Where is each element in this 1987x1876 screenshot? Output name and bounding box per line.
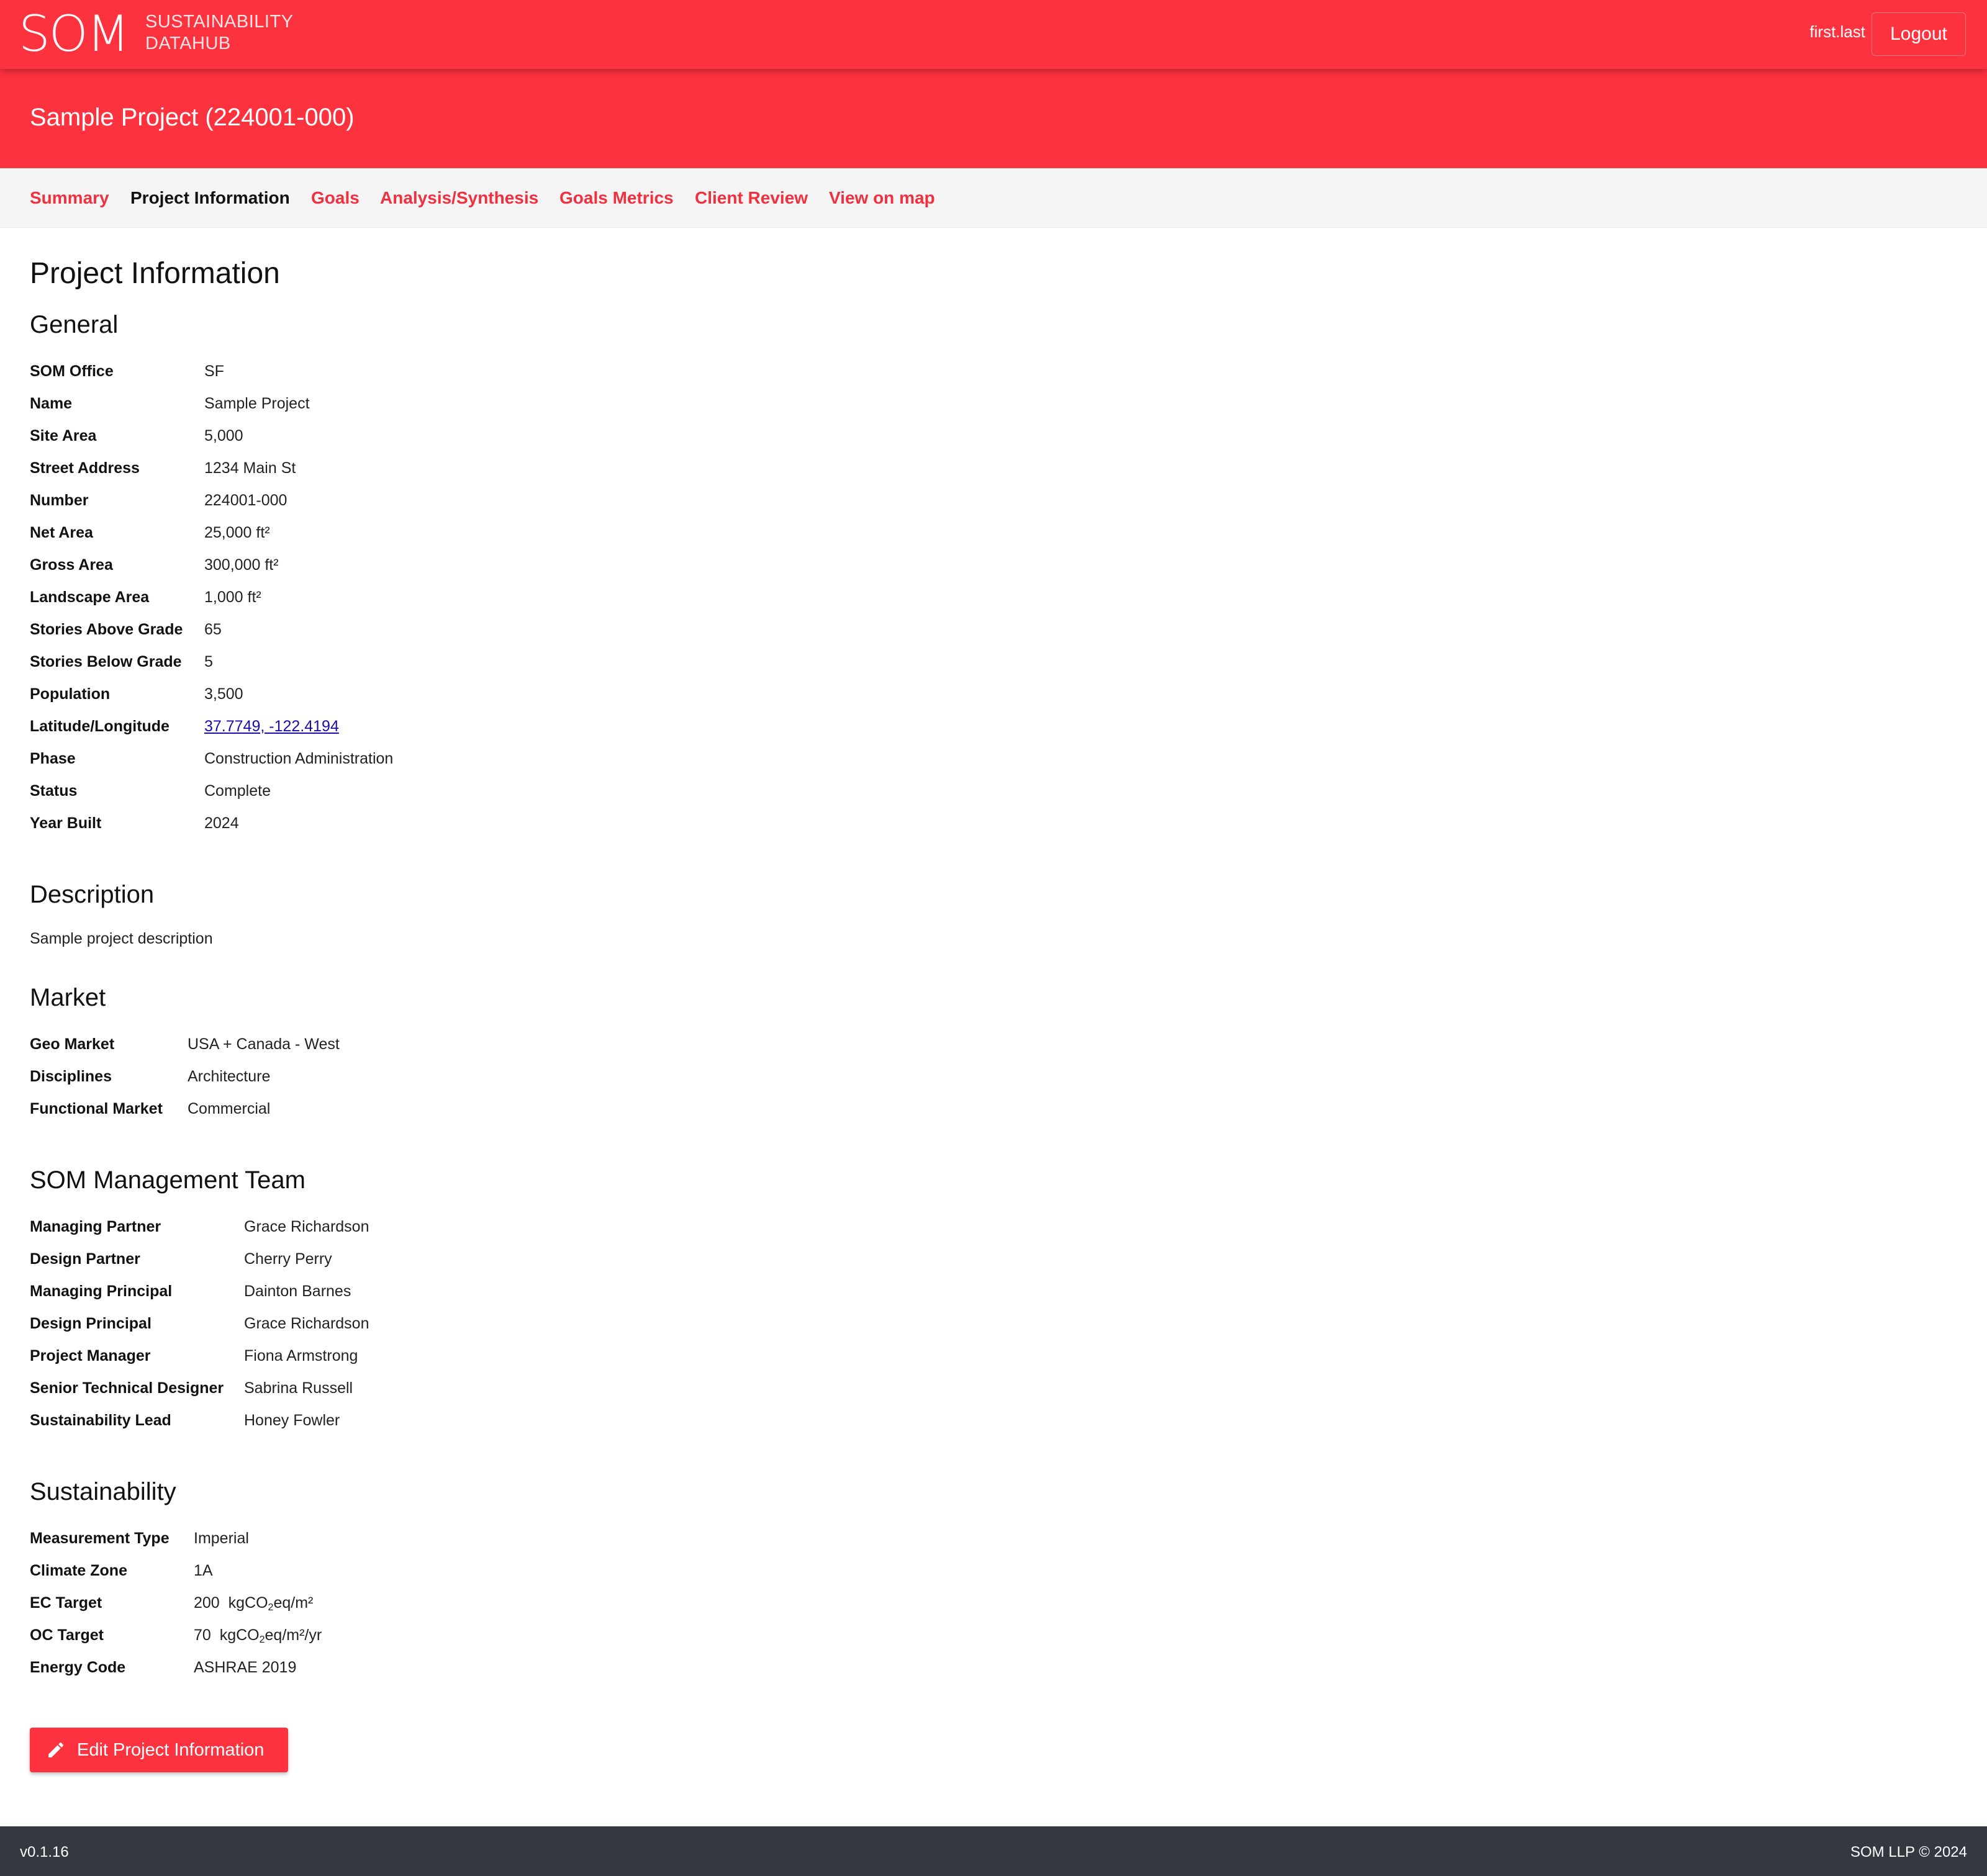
field-value: SF: [204, 363, 224, 380]
oc-target-value: 70: [194, 1626, 211, 1644]
ec-unit-post: eq/m²: [273, 1594, 314, 1612]
tab-bar: Summary Project Information Goals Analys…: [0, 168, 1987, 228]
team-heading: SOM Management Team: [30, 1166, 306, 1194]
field-value: 224001-000: [204, 492, 287, 509]
field-value: Architecture: [188, 1068, 271, 1085]
sustainability-heading: Sustainability: [30, 1478, 176, 1505]
field-value: Complete: [204, 782, 271, 800]
field-value: 1A: [194, 1562, 213, 1579]
field-value: 1234 Main St: [204, 459, 296, 477]
field-label: Functional Market: [30, 1100, 163, 1117]
tab-summary[interactable]: Summary: [30, 188, 109, 208]
field-label: Phase: [30, 750, 76, 767]
app-name[interactable]: SUSTAINABILITY DATAHUB: [145, 11, 294, 55]
field-label: Stories Above Grade: [30, 621, 183, 638]
ec-target-value: 200: [194, 1594, 220, 1612]
field-label: Managing Principal: [30, 1283, 173, 1300]
version-text: v0.1.16: [20, 1844, 69, 1860]
field-value: Dainton Barnes: [244, 1283, 351, 1300]
field-label: Site Area: [30, 427, 97, 444]
field-value: Cherry Perry: [244, 1250, 332, 1268]
page-title: Project Information: [30, 257, 280, 290]
field-label: Climate Zone: [30, 1562, 127, 1579]
field-label: SOM Office: [30, 363, 114, 380]
field-value: 5,000: [204, 427, 243, 444]
lat-long-link[interactable]: 37.7749, -122.4194: [204, 718, 339, 735]
tab-analysis-synthesis[interactable]: Analysis/Synthesis: [380, 188, 538, 208]
field-label: Measurement Type: [30, 1530, 170, 1547]
tab-project-information[interactable]: Project Information: [130, 188, 290, 208]
tab-goals-metrics[interactable]: Goals Metrics: [559, 188, 674, 208]
field-value: USA + Canada - West: [188, 1035, 340, 1053]
som-logo[interactable]: SOM: [19, 6, 130, 62]
field-label: Name: [30, 395, 73, 412]
field-label: Design Principal: [30, 1315, 152, 1332]
field-value: Honey Fowler: [244, 1412, 340, 1429]
field-value: 5: [204, 653, 213, 670]
field-label: Energy Code: [30, 1659, 126, 1676]
tab-view-on-map[interactable]: View on map: [829, 188, 935, 208]
field-value: 2024: [204, 814, 239, 832]
ec-unit-pre: kgCO: [228, 1594, 268, 1612]
field-label: Geo Market: [30, 1035, 115, 1053]
field-label: Street Address: [30, 459, 140, 477]
field-value: Sample Project: [204, 395, 310, 412]
edit-project-information-button[interactable]: Edit Project Information: [30, 1728, 288, 1772]
tab-client-review[interactable]: Client Review: [695, 188, 808, 208]
field-label: Stories Below Grade: [30, 653, 182, 670]
project-title: Sample Project (224001-000): [30, 104, 355, 131]
username: first.last: [1809, 22, 1865, 41]
oc-unit-sub: 2: [259, 1635, 265, 1645]
field-value: 1,000 ft²: [204, 589, 261, 606]
market-heading: Market: [30, 984, 106, 1011]
field-label: EC Target: [30, 1594, 102, 1612]
field-label: Number: [30, 492, 89, 509]
field-value: 300,000 ft²: [204, 556, 279, 574]
field-value: 200 kgCO2eq/m²: [194, 1594, 313, 1613]
description-text: Sample project description: [30, 930, 213, 947]
field-label: OC Target: [30, 1626, 104, 1644]
copyright-text: SOM LLP © 2024: [1850, 1844, 1967, 1860]
app-name-line1: SUSTAINABILITY: [145, 12, 294, 32]
field-value: Fiona Armstrong: [244, 1347, 358, 1364]
field-value: 25,000 ft²: [204, 524, 270, 541]
field-label: Project Manager: [30, 1347, 151, 1364]
field-label: Disciplines: [30, 1068, 112, 1085]
field-value: 3,500: [204, 685, 243, 703]
tab-goals[interactable]: Goals: [311, 188, 360, 208]
field-label: Senior Technical Designer: [30, 1379, 224, 1397]
top-bar: SOM SUSTAINABILITY DATAHUB first.last Lo…: [0, 0, 1987, 69]
field-value: 37.7749, -122.4194: [204, 718, 339, 736]
field-value: Grace Richardson: [244, 1315, 369, 1332]
field-value: Construction Administration: [204, 750, 394, 767]
field-value: Grace Richardson: [244, 1218, 369, 1235]
field-value: Imperial: [194, 1530, 249, 1547]
field-value: ASHRAE 2019: [194, 1659, 297, 1676]
field-value: Commercial: [188, 1100, 271, 1117]
edit-button-label: Edit Project Information: [77, 1739, 265, 1760]
field-label: Sustainability Lead: [30, 1412, 171, 1429]
field-label: Gross Area: [30, 556, 113, 574]
field-label: Latitude/Longitude: [30, 718, 170, 735]
oc-unit-post: eq/m²/yr: [265, 1626, 322, 1644]
oc-unit-pre: kgCO: [219, 1626, 260, 1644]
general-heading: General: [30, 311, 119, 338]
field-value: Sabrina Russell: [244, 1379, 353, 1397]
field-label: Population: [30, 685, 111, 703]
field-label: Managing Partner: [30, 1218, 161, 1235]
footer: v0.1.16 SOM LLP © 2024: [0, 1826, 1987, 1876]
field-value: 65: [204, 621, 222, 638]
project-header: Sample Project (224001-000): [0, 69, 1987, 168]
field-label: Landscape Area: [30, 589, 150, 606]
app-name-line2: DATAHUB: [145, 34, 231, 53]
field-value: 70 kgCO2eq/m²/yr: [194, 1626, 322, 1646]
field-label: Design Partner: [30, 1250, 140, 1268]
description-heading: Description: [30, 881, 155, 908]
field-label: Year Built: [30, 814, 102, 832]
field-label: Net Area: [30, 524, 93, 541]
logout-button[interactable]: Logout: [1872, 12, 1966, 56]
field-label: Status: [30, 782, 78, 800]
pencil-icon: [48, 1742, 64, 1757]
